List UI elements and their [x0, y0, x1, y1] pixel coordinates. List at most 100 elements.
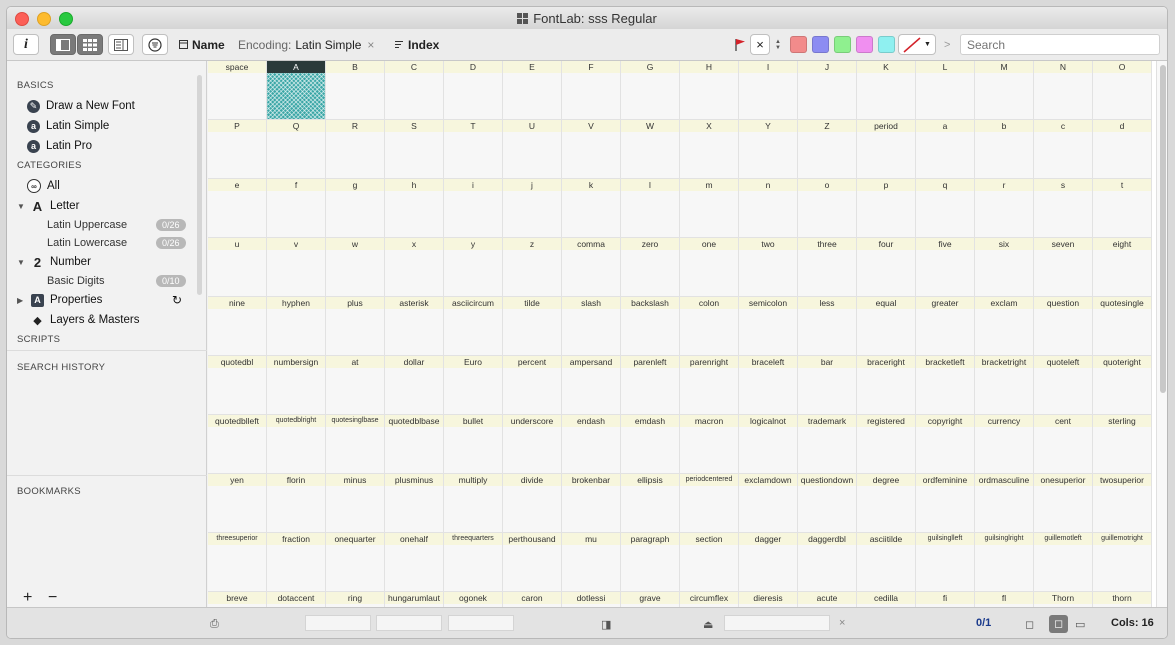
- glyph-cell[interactable]: fi: [916, 592, 975, 607]
- refresh-icon[interactable]: ↻: [172, 291, 182, 309]
- glyph-cell[interactable]: bar: [798, 356, 857, 415]
- glyph-cell[interactable]: dotaccent: [267, 592, 326, 607]
- glyph-cell[interactable]: quotesinglbase: [326, 415, 385, 474]
- color-swatch-red[interactable]: [790, 36, 807, 53]
- glyph-cell[interactable]: C: [385, 61, 444, 120]
- clear-field-icon[interactable]: ×: [839, 617, 845, 629]
- glyph-cell[interactable]: Thorn: [1034, 592, 1093, 607]
- glyph-cell[interactable]: percent: [503, 356, 562, 415]
- glyph-cell[interactable]: underscore: [503, 415, 562, 474]
- glyph-cell[interactable]: asciicircum: [444, 297, 503, 356]
- glyph-cell[interactable]: f: [267, 179, 326, 238]
- glyph-cell[interactable]: three: [798, 238, 857, 297]
- glyph-cell[interactable]: tilde: [503, 297, 562, 356]
- glyph-cell[interactable]: B: [326, 61, 385, 120]
- glyph-cell[interactable]: a: [916, 120, 975, 179]
- sidebar-toggle-button[interactable]: [50, 34, 76, 55]
- glyph-cell[interactable]: K: [857, 61, 916, 120]
- glyph-cell[interactable]: S: [385, 120, 444, 179]
- glyph-cell[interactable]: circumflex: [680, 592, 739, 607]
- disclosure-open-icon[interactable]: ▼: [17, 258, 25, 267]
- color-swatch-cyan[interactable]: [878, 36, 895, 53]
- info-button[interactable]: i: [13, 34, 39, 55]
- glyph-cell[interactable]: quotedblbase: [385, 415, 444, 474]
- glyph-cell[interactable]: b: [975, 120, 1034, 179]
- glyph-cell[interactable]: R: [326, 120, 385, 179]
- sidebar-item-basic-digits[interactable]: Basic Digits: [47, 272, 104, 290]
- scale-icon[interactable]: ◨: [601, 618, 611, 631]
- glyph-cell[interactable]: minus: [326, 474, 385, 533]
- glyph-cell[interactable]: U: [503, 120, 562, 179]
- glyph-cell[interactable]: comma: [562, 238, 621, 297]
- glyph-cell[interactable]: y: [444, 238, 503, 297]
- glyph-cell[interactable]: caron: [503, 592, 562, 607]
- glyph-cell[interactable]: o: [798, 179, 857, 238]
- grid-scrollbar[interactable]: [1156, 61, 1167, 607]
- glyph-cell[interactable]: d: [1093, 120, 1152, 179]
- name-sort-control[interactable]: Name: [179, 34, 225, 55]
- flag-stepper[interactable]: ▲ ▼: [774, 34, 782, 55]
- glyph-cell[interactable]: ordfeminine: [916, 474, 975, 533]
- disclosure-open-icon[interactable]: ▼: [17, 202, 25, 211]
- glyph-cell[interactable]: Euro: [444, 356, 503, 415]
- glyph-cell[interactable]: X: [680, 120, 739, 179]
- glyph-stamp-icon[interactable]: ⏏: [703, 618, 713, 631]
- sidebar-item-layers-masters[interactable]: ◆ Layers & Masters: [31, 311, 139, 329]
- clear-flag-button[interactable]: ×: [750, 34, 770, 55]
- glyph-cell[interactable]: G: [621, 61, 680, 120]
- glyph-cell[interactable]: fl: [975, 592, 1034, 607]
- glyph-cell[interactable]: numbersign: [267, 356, 326, 415]
- glyph-cell[interactable]: bullet: [444, 415, 503, 474]
- toolbar-overflow[interactable]: >: [944, 34, 950, 55]
- glyph-cell[interactable]: u: [208, 238, 267, 297]
- scrollbar-thumb[interactable]: [1160, 65, 1166, 393]
- glyph-cell[interactable]: eight: [1093, 238, 1152, 297]
- glyph-cell[interactable]: q: [916, 179, 975, 238]
- glyph-cell[interactable]: quotedblright: [267, 415, 326, 474]
- glyph-cell[interactable]: threesuperior: [208, 533, 267, 592]
- glyph-cell[interactable]: semicolon: [739, 297, 798, 356]
- glyph-cell[interactable]: V: [562, 120, 621, 179]
- glyph-cell[interactable]: W: [621, 120, 680, 179]
- medium-cell-icon[interactable]: ◻: [1049, 615, 1069, 633]
- glyph-cell[interactable]: fraction: [267, 533, 326, 592]
- glyph-cell[interactable]: perthousand: [503, 533, 562, 592]
- glyph-cell[interactable]: A: [267, 61, 326, 120]
- glyph-cell[interactable]: sterling: [1093, 415, 1152, 474]
- glyph-cell[interactable]: guillemotleft: [1034, 533, 1093, 592]
- glyph-cell[interactable]: dollar: [385, 356, 444, 415]
- glyph-cell[interactable]: quotesingle: [1093, 297, 1152, 356]
- small-cell-icon[interactable]: ◻: [1025, 618, 1034, 631]
- glyph-cell[interactable]: Q: [267, 120, 326, 179]
- glyph-cell[interactable]: six: [975, 238, 1034, 297]
- glyph-cell[interactable]: degree: [857, 474, 916, 533]
- color-swatch-green[interactable]: [834, 36, 851, 53]
- glyph-cell[interactable]: exclam: [975, 297, 1034, 356]
- glyph-cell[interactable]: w: [326, 238, 385, 297]
- grid-view-button[interactable]: [77, 34, 103, 55]
- glyph-cell[interactable]: parenright: [680, 356, 739, 415]
- glyph-cell[interactable]: ordmasculine: [975, 474, 1034, 533]
- disclosure-closed-icon[interactable]: ▶: [17, 296, 25, 305]
- sidebar-item-properties[interactable]: ▶ A Properties: [17, 291, 102, 309]
- large-cell-icon[interactable]: ▭: [1075, 618, 1085, 631]
- encoding-filter[interactable]: Encoding: Latin Simple ×: [238, 34, 374, 55]
- index-sort-control[interactable]: Index: [395, 34, 439, 55]
- glyph-cell[interactable]: cedilla: [857, 592, 916, 607]
- glyph-cell[interactable]: greater: [916, 297, 975, 356]
- glyph-cell[interactable]: seven: [1034, 238, 1093, 297]
- close-window-button[interactable]: [15, 12, 29, 26]
- sidebar-item-latin-pro[interactable]: a Latin Pro: [27, 137, 92, 155]
- glyph-cell[interactable]: T: [444, 120, 503, 179]
- sidebar-item-letter[interactable]: ▼ A Letter: [17, 197, 79, 215]
- glyph-cell[interactable]: zero: [621, 238, 680, 297]
- metric-field-width[interactable]: [376, 615, 442, 631]
- glyph-cell[interactable]: v: [267, 238, 326, 297]
- glyph-cell[interactable]: grave: [621, 592, 680, 607]
- glyph-cell[interactable]: O: [1093, 61, 1152, 120]
- glyph-cell[interactable]: thorn: [1093, 592, 1152, 607]
- glyph-cell[interactable]: l: [621, 179, 680, 238]
- glyph-cell[interactable]: bracketright: [975, 356, 1034, 415]
- glyph-cell[interactable]: copyright: [916, 415, 975, 474]
- glyph-cell[interactable]: onesuperior: [1034, 474, 1093, 533]
